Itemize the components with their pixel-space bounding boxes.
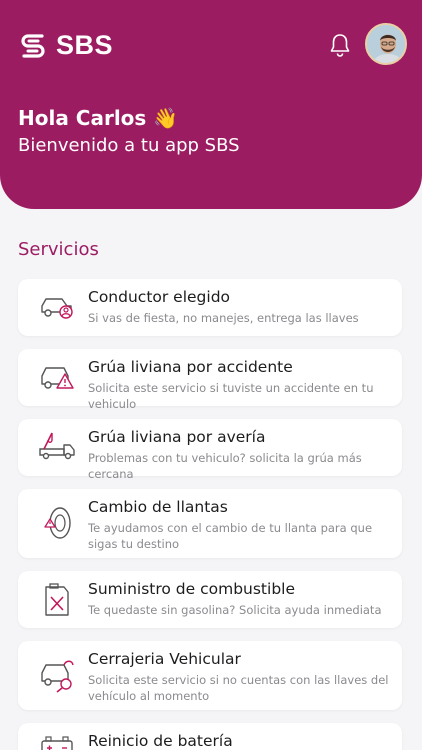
tow-truck-icon [39,432,75,460]
service-description: Problemas con tu vehiculo? solicita la g… [88,451,362,481]
welcome-text: Bienvenido a tu app SBS [18,135,240,156]
service-title: Conductor elegido [88,288,231,306]
brand-name: SBS [56,30,114,60]
fuel-can-icon [45,583,69,616]
service-card-reinicio-bateria[interactable]: Reinicio de batería [18,723,402,750]
sbs-logo-icon [21,34,45,58]
service-description: Te ayudamos con el cambio de tu llanta p… [88,521,373,551]
service-description: Solicita este servicio si no cuentas con… [88,673,389,703]
service-description: Si vas de fiesta, no manejes, entrega la… [88,311,359,325]
section-title-servicios: Servicios [18,239,99,260]
service-title: Reinicio de batería [88,732,233,750]
service-title: Grúa liviana por accidente [88,358,293,376]
service-card-cambio-llantas[interactable]: Cambio de llantas Te ayudamos con el cam… [18,489,402,558]
car-key-icon [41,660,74,693]
user-photo-icon [367,25,405,63]
service-title: Grúa liviana por avería [88,428,266,446]
service-card-conductor-elegido[interactable]: Conductor elegido Si vas de fiesta, no m… [18,279,402,336]
service-description: Solicita este servicio si tuviste un acc… [88,381,374,411]
car-warning-icon [41,367,74,389]
service-title: Suministro de combustible [88,580,296,598]
service-description: Te quedaste sin gasolina? Solicita ayuda… [88,603,382,617]
sbs-logo: SBS [18,30,113,60]
service-title: Cambio de llantas [88,498,228,516]
service-card-grua-averia[interactable]: Grúa liviana por avería Problemas con tu… [18,419,402,481]
car-driver-icon [41,298,73,319]
header: SBS Hola Carlos 👋 Bienvenido a tu app SB… [0,0,422,209]
service-card-suministro-combustible[interactable]: Suministro de combustible Te quedaste si… [18,571,402,628]
service-card-cerrajeria-vehicular[interactable]: Cerrajeria Vehicular Solicita este servi… [18,641,402,710]
service-card-grua-accidente[interactable]: Grúa liviana por accidente Solicita este… [18,349,402,411]
service-title: Cerrajeria Vehicular [88,650,241,668]
bell-icon[interactable] [328,32,352,58]
avatar[interactable] [365,23,407,65]
battery-icon [41,736,73,750]
tire-icon [44,507,71,539]
greeting: Hola Carlos 👋 [18,106,179,130]
